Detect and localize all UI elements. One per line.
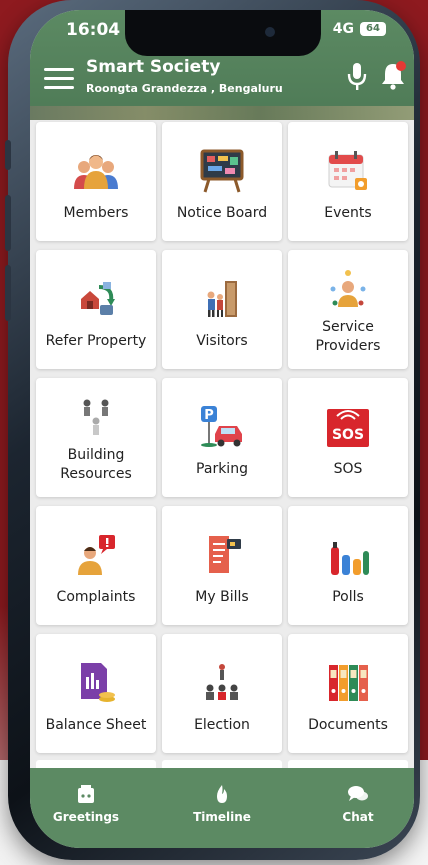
silent-switch (5, 140, 11, 170)
status-right: 4G 64 (333, 21, 386, 37)
service-providers-icon (318, 264, 378, 314)
notch (125, 10, 321, 56)
tile-label: Documents (308, 717, 388, 733)
tile-election[interactable]: Election (162, 634, 282, 753)
tile-service-providers[interactable]: Service Providers (288, 250, 408, 369)
tile-label: Notice Board (176, 205, 268, 221)
tile-building-resources[interactable]: Building Resources (36, 378, 156, 497)
tile-label: SOS (333, 461, 363, 477)
tile-my-bills[interactable]: My Bills (162, 506, 282, 625)
tile-polls[interactable]: Polls (288, 506, 408, 625)
greetings-icon (36, 782, 136, 806)
tile-label: Parking (196, 461, 248, 477)
tile-label: Balance Sheet (45, 717, 147, 733)
visitors-icon (192, 274, 252, 324)
tile-label: Members (63, 205, 129, 221)
nav-label: Chat (342, 810, 374, 824)
microphone-icon[interactable] (346, 62, 368, 92)
app-screen: 16:04 4G 64 Smart Society Roongta Grande… (30, 10, 414, 848)
complaints-icon (66, 530, 126, 580)
header-banner-strip (30, 106, 414, 120)
society-location: Roongta Grandezza , Bengaluru (86, 82, 283, 95)
menu-icon[interactable] (44, 68, 74, 90)
bills-icon (192, 530, 252, 580)
building-resources-icon (66, 392, 126, 442)
camera-icon (265, 27, 275, 37)
tile-label: Refer Property (45, 333, 147, 349)
bottom-navigation: Greetings Timeline Chat (30, 768, 414, 848)
app-title: Smart Society (86, 57, 221, 77)
tile-events[interactable]: Events (288, 122, 408, 241)
members-icon (66, 146, 126, 196)
timeline-icon (172, 782, 272, 806)
notification-bell-icon[interactable] (380, 60, 406, 90)
tile-label: Complaints (56, 589, 136, 605)
tile-balance-sheet[interactable]: Balance Sheet (36, 634, 156, 753)
calendar-icon (318, 146, 378, 196)
status-time: 16:04 (66, 20, 121, 40)
tile-parking[interactable]: P Parking (162, 378, 282, 497)
tile-label: Polls (332, 589, 364, 605)
tile-members[interactable]: Members (36, 122, 156, 241)
tile-label: Building Resources (60, 447, 132, 482)
election-icon (192, 658, 252, 708)
tile-label: My Bills (195, 589, 249, 605)
refer-property-icon (66, 274, 126, 324)
tile-sos[interactable]: SOS SOS (288, 378, 408, 497)
nav-label: Timeline (193, 810, 251, 824)
chat-icon (308, 782, 408, 806)
tile-documents[interactable]: Documents (288, 634, 408, 753)
parking-icon: P (192, 402, 252, 452)
sos-icon: SOS (318, 402, 378, 452)
svg-text:SOS: SOS (332, 427, 364, 443)
nav-label: Greetings (52, 810, 120, 824)
tile-complaints[interactable]: Complaints (36, 506, 156, 625)
tile-refer-property[interactable]: Refer Property (36, 250, 156, 369)
tile-label: Visitors (196, 333, 248, 349)
battery-icon: 64 (360, 22, 386, 36)
nav-greetings[interactable]: Greetings (36, 782, 136, 824)
documents-icon (318, 658, 378, 708)
balance-sheet-icon (66, 658, 126, 708)
tile-visitors[interactable]: Visitors (162, 250, 282, 369)
tile-label: Election (194, 717, 250, 733)
polls-icon (318, 530, 378, 580)
nav-timeline[interactable]: Timeline (172, 782, 272, 824)
tile-label: Events (324, 205, 372, 221)
volume-down-button (5, 265, 11, 321)
nav-chat[interactable]: Chat (308, 782, 408, 824)
tile-label: Service Providers (315, 319, 381, 354)
svg-text:P: P (204, 408, 214, 423)
notice-board-icon (192, 146, 252, 196)
tile-notice-board[interactable]: Notice Board (162, 122, 282, 241)
app-header: 16:04 4G 64 Smart Society Roongta Grande… (30, 10, 414, 120)
phone-frame: 16:04 4G 64 Smart Society Roongta Grande… (5, 0, 420, 860)
volume-up-button (5, 195, 11, 251)
network-label: 4G (332, 21, 354, 37)
